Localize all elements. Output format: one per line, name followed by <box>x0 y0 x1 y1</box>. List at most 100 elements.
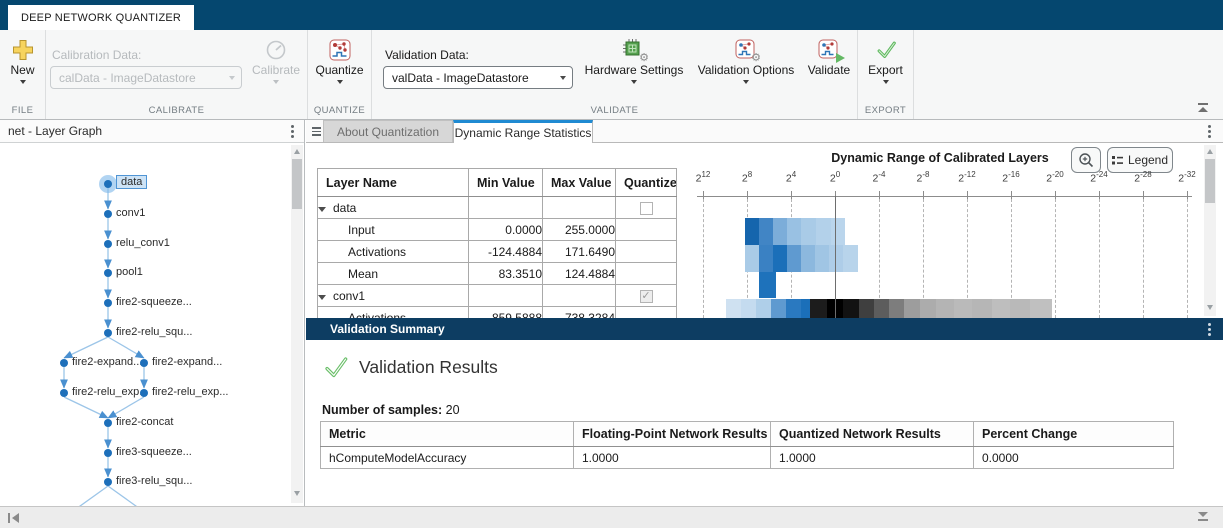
layer-detail-row[interactable]: Input 0.0000 255.0000 <box>317 218 677 241</box>
axis-tick <box>703 191 704 199</box>
validation-summary-menu-icon[interactable] <box>1208 323 1211 336</box>
collapse-bottom-panel-icon[interactable] <box>1197 512 1209 523</box>
calibration-data-combo[interactable]: calData - ImageDatastore <box>50 66 242 89</box>
scrollbar-thumb[interactable] <box>292 159 302 209</box>
axis-tick <box>1055 191 1056 199</box>
gridline <box>703 199 704 318</box>
scroll-down-icon[interactable] <box>1207 305 1213 310</box>
table-cell: conv1 <box>317 284 469 307</box>
hardware-settings-button[interactable]: ⚙ Hardware Settings <box>582 30 686 84</box>
axis-tick-label: 2-12 <box>958 170 976 185</box>
column-header[interactable]: Percent Change <box>973 421 1174 447</box>
layer-detail-row[interactable]: Activations -124.4884 171.6490 <box>317 240 677 263</box>
quantize-button[interactable]: Quantize <box>308 30 371 84</box>
layer-graph-header: net - Layer Graph <box>0 120 304 143</box>
collapse-left-panel-icon[interactable] <box>8 513 20 523</box>
status-bar <box>0 506 1223 528</box>
table-cell <box>468 284 543 307</box>
node-label: fire2-relu_squ... <box>116 326 193 338</box>
metric-row[interactable]: hComputeModelAccuracy 1.0000 1.0000 0.0000 <box>320 446 1174 469</box>
validate-button[interactable]: Validate <box>800 30 858 77</box>
document-menu-icon[interactable] <box>1208 125 1211 138</box>
layer-group-row[interactable]: data <box>317 196 677 219</box>
heatmap-vertical-scrollbar[interactable] <box>1204 145 1216 316</box>
calibrate-dropdown-arrow-icon <box>273 80 279 84</box>
layer-graph-menu-icon[interactable] <box>291 125 294 138</box>
column-header[interactable]: Metric <box>320 421 574 447</box>
success-check-icon <box>325 357 348 378</box>
node-dot-icon <box>104 210 112 218</box>
column-header[interactable]: Layer Name <box>317 168 469 197</box>
heatmap-cell <box>831 218 845 245</box>
heatmap-cell <box>810 299 827 318</box>
scroll-down-icon[interactable] <box>294 491 300 496</box>
layer-graph-title: net - Layer Graph <box>8 124 103 138</box>
validation-options-button[interactable]: ⚙ Validation Options <box>690 30 802 84</box>
node-dot-icon <box>60 359 68 367</box>
table-cell: 0.0000 <box>468 218 543 241</box>
calibrate-button-label: Calibrate <box>251 63 301 77</box>
layer-graph-canvas[interactable]: data conv1 relu_conv1 pool1 fire2-squeeze...… <box>0 143 304 506</box>
heatmap-cell <box>936 299 954 318</box>
collapse-toolstrip-icon[interactable] <box>1197 103 1209 113</box>
quantize-button-label: Quantize <box>315 63 364 77</box>
axis-tick-label: 24 <box>785 170 797 185</box>
section-quantize-label: QUANTIZE <box>313 105 366 116</box>
table-cell: data <box>317 196 469 219</box>
quantize-checkbox[interactable]: ✓ <box>639 289 653 303</box>
new-button[interactable]: New <box>0 30 45 84</box>
validation-table-header-row: Metric Floating-Point Network Results Quan… <box>320 421 1174 447</box>
heatmap-cell <box>801 218 816 245</box>
heatmap-cell <box>904 299 920 318</box>
scroll-up-icon[interactable] <box>294 149 300 154</box>
dynamic-range-heatmap[interactable]: Dynamic Range of Calibrated Layers Legen… <box>690 143 1207 318</box>
quantize-checkbox[interactable] <box>639 201 653 215</box>
graph-vertical-scrollbar[interactable] <box>291 145 303 503</box>
heatmap-cell <box>843 245 858 272</box>
layer-detail-row[interactable]: Mean 83.3510 124.4884 <box>317 262 677 285</box>
table-cell: hComputeModelAccuracy <box>320 446 574 469</box>
node-label: fire2-concat <box>116 416 174 428</box>
heatmap-cell <box>801 299 810 318</box>
layer-stats-table-container: Layer Name Min Value Max Value Quantize dat… <box>317 168 678 318</box>
node-dot-icon <box>104 478 112 486</box>
heatmap-cell <box>992 299 1010 318</box>
section-file: New FILE <box>0 30 46 119</box>
calibrate-button[interactable]: Calibrate <box>246 30 306 84</box>
app-tab[interactable]: DEEP NETWORK QUANTIZER <box>8 5 195 30</box>
column-header[interactable]: Min Value <box>468 168 543 197</box>
new-plus-icon <box>12 39 34 61</box>
heatmap-cell <box>759 218 773 245</box>
section-quantize: Quantize QUANTIZE <box>308 30 372 119</box>
expand-collapse-icon[interactable] <box>318 294 326 300</box>
node-label: fire2-relu_exp... <box>72 386 149 398</box>
export-dropdown-arrow-icon <box>882 80 889 84</box>
layer-group-row[interactable]: conv1 ✓ <box>317 284 677 307</box>
column-header[interactable]: Floating-Point Network Results <box>573 421 771 447</box>
expand-collapse-icon[interactable] <box>318 206 326 212</box>
heatmap-cell <box>756 299 771 318</box>
node-dot-icon <box>140 359 148 367</box>
scroll-up-icon[interactable] <box>1207 149 1213 154</box>
axis-tick <box>791 191 792 199</box>
table-cell: Input <box>317 218 469 241</box>
export-button[interactable]: Export <box>858 30 913 84</box>
validation-results-title: Validation Results <box>359 357 498 377</box>
tab-about-quantization[interactable]: About Quantization <box>323 120 453 142</box>
node-dot-icon <box>104 240 112 248</box>
layer-detail-row[interactable]: Activations -859.5888 738.3284 <box>317 306 677 318</box>
column-header[interactable]: Quantized Network Results <box>770 421 974 447</box>
scrollbar-thumb[interactable] <box>1205 159 1215 203</box>
tab-stats-label: Dynamic Range Statistics <box>454 126 592 140</box>
tab-overflow-menu-icon[interactable] <box>312 127 321 138</box>
column-header[interactable]: Max Value <box>542 168 616 197</box>
node-dot-icon <box>104 299 112 307</box>
column-header[interactable]: Quantize <box>615 168 677 197</box>
tab-dynamic-range-statistics[interactable]: Dynamic Range Statistics <box>453 120 593 143</box>
gauge-icon <box>265 39 287 61</box>
table-cell <box>615 306 677 318</box>
axis-tick-label: 2-20 <box>1046 170 1064 185</box>
validation-summary-title: Validation Summary <box>330 322 445 336</box>
heatmap-cell <box>815 245 829 272</box>
validation-data-combo[interactable]: valData - ImageDatastore <box>383 66 573 89</box>
